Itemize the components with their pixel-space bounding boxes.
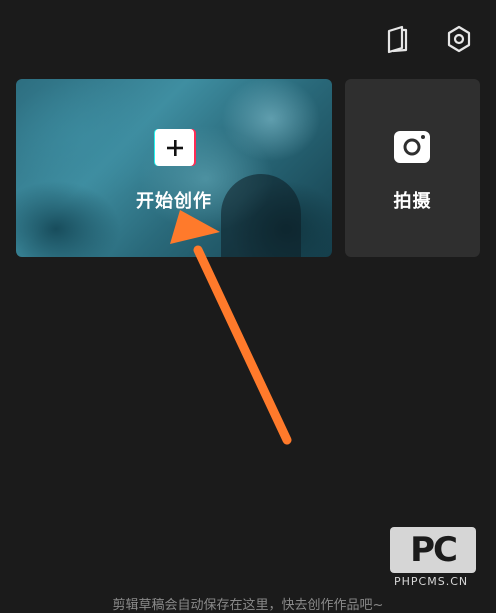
start-creating-card[interactable]: 开始创作 bbox=[16, 79, 332, 257]
shoot-card[interactable]: 拍摄 bbox=[345, 79, 480, 257]
settings-icon[interactable] bbox=[444, 22, 474, 56]
watermark: PC PHPCMS.CN bbox=[390, 527, 482, 589]
drafts-hint-text: 剪辑草稿会自动保存在这里，快去创作作品吧~ bbox=[112, 598, 384, 613]
plus-icon bbox=[154, 129, 196, 167]
book-icon[interactable] bbox=[382, 22, 412, 56]
start-creating-label: 开始创作 bbox=[136, 191, 212, 212]
watermark-site-text: PHPCMS.CN bbox=[394, 575, 469, 588]
camera-icon bbox=[393, 130, 431, 164]
shoot-label: 拍摄 bbox=[393, 191, 432, 212]
watermark-logo: PC bbox=[390, 527, 476, 573]
